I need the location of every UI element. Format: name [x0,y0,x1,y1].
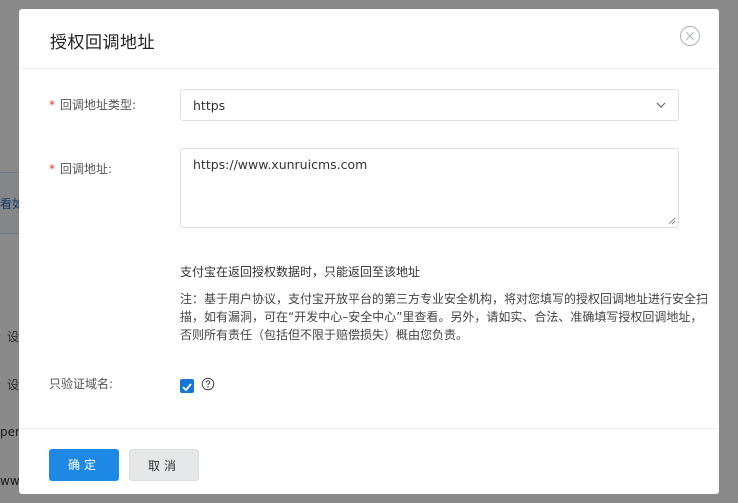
security-notice: 注：基于用户协议，支付宝开放平台的第三方专业安全机构，将对您填写的授权回调地址进… [180,292,709,342]
callback-url-value: https://www.xunruicms.com [193,157,368,172]
callback-url-label: * 回调地址: [49,162,113,176]
check-icon [182,383,192,392]
callback-url-textarea[interactable]: https://www.xunruicms.com [180,148,679,228]
callback-type-label: * 回调地址类型: [49,98,137,112]
help-icon[interactable] [201,377,215,391]
resize-handle-icon[interactable] [668,217,676,225]
dialog-footer: 确定 取消 [19,428,719,494]
callback-type-select[interactable]: https [180,89,679,121]
callback-url-dialog: 授权回调地址 * 回调地址类型: https * 回调地址: https://www… [19,9,719,494]
cancel-button[interactable]: 取消 [129,449,199,481]
required-mark: * [49,98,55,112]
callback-type-value: https [193,98,226,113]
chevron-down-icon [656,102,666,108]
dialog-header: 授权回调地址 [19,9,719,69]
required-mark: * [49,162,55,176]
dialog-title: 授权回调地址 [50,33,155,53]
verify-domain-checkbox[interactable] [180,379,194,393]
confirm-button[interactable]: 确定 [49,449,119,481]
verify-domain-label: 只验证域名: [49,377,114,391]
callback-hint: 支付宝在返回授权数据时，只能返回至该地址 [180,265,421,279]
close-icon[interactable] [679,25,701,47]
